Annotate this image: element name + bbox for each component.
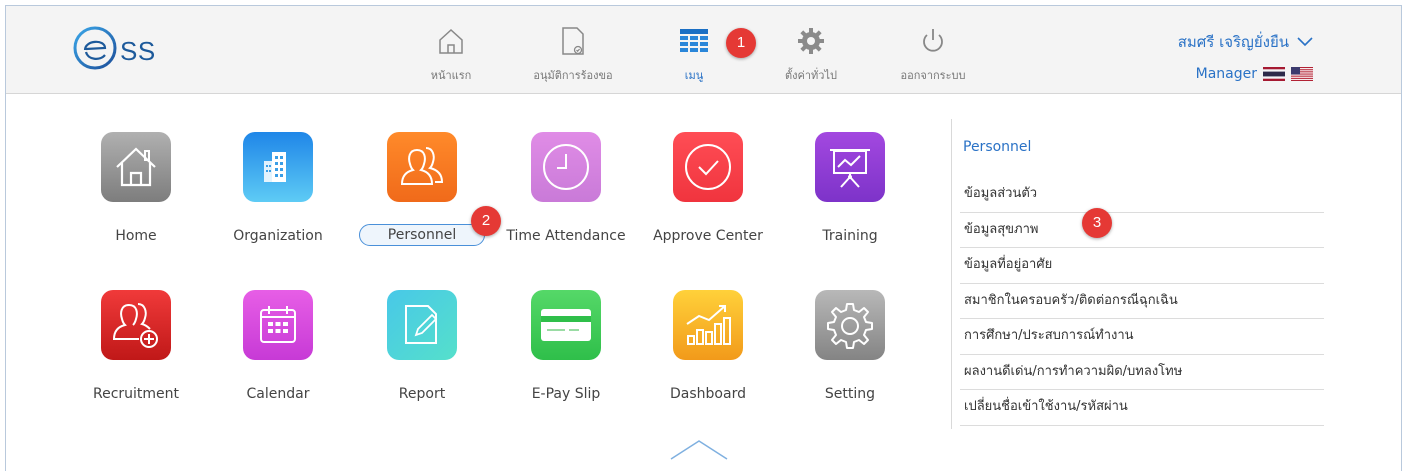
chevron-up-icon[interactable] — [669, 439, 729, 461]
nav-logout[interactable]: ออกจากระบบ — [888, 24, 978, 90]
nav-settings-label: ตั้งค่าทั่วไป — [785, 69, 837, 82]
time-attendance-tile — [531, 132, 601, 202]
app-calendar[interactable]: Calendar — [208, 290, 348, 402]
app-e-pay-slip-label: E-Pay Slip — [531, 386, 601, 402]
submenu-item-change-login-password[interactable]: เปลี่ยนชื่อเข้าใช้งาน/รหัสผ่าน — [960, 390, 1324, 426]
thai-flag-icon[interactable] — [1263, 67, 1285, 81]
home-icon — [439, 28, 463, 54]
app-window: SS หน้าแรก อนุมัติการร้องขอ เมนู ตั้งค่า… — [5, 5, 1402, 471]
app-dashboard[interactable]: Dashboard — [638, 290, 778, 402]
home-tile — [101, 132, 171, 202]
submenu-panel: Personnel ข้อมูลส่วนตัว ข้อมูลสุขภาพ ข้อ… — [951, 119, 1324, 429]
add-person-icon — [112, 303, 158, 348]
approve-center-tile — [673, 132, 743, 202]
nav-menu[interactable]: เมนู — [674, 24, 714, 90]
nav-home-label: หน้าแรก — [430, 69, 472, 82]
app-organization-label: Organization — [233, 228, 323, 244]
app-personnel-label: Personnel — [358, 224, 486, 246]
ess-logo[interactable]: SS — [72, 26, 156, 70]
people-icon — [400, 147, 444, 185]
user-role: Manager — [1195, 66, 1257, 82]
app-recruitment[interactable]: Recruitment — [66, 290, 206, 402]
ess-logo-icon — [73, 26, 117, 70]
user-menu[interactable]: สมศรี เจริญยั่งยืน — [1178, 30, 1313, 54]
power-icon — [923, 29, 943, 52]
user-info: สมศรี เจริญยั่งยืน Manager — [1178, 30, 1313, 82]
submenu-item-achievements-penalties[interactable]: ผลงานดีเด่น/การทำความผิด/บทลงโทษ — [960, 355, 1324, 390]
logo-text: SS — [120, 35, 156, 66]
user-name: สมศรี เจริญยั่งยืน — [1177, 33, 1289, 51]
chevron-down-icon — [1297, 37, 1313, 47]
app-grid: Home Organization Personnel Time Attenda… — [66, 132, 946, 432]
app-report-label: Report — [398, 386, 446, 402]
gear-icon — [827, 303, 873, 349]
calendar-icon — [260, 306, 296, 343]
setting-tile — [815, 290, 885, 360]
personnel-tile — [387, 132, 457, 202]
recruitment-tile — [101, 290, 171, 360]
report-edit-icon — [405, 305, 438, 344]
building-icon — [264, 152, 286, 182]
grid-menu-icon — [680, 29, 708, 52]
submenu-item-residence-info[interactable]: ข้อมูลที่อยู่อาศัย — [960, 248, 1324, 284]
approve-document-icon — [562, 27, 584, 55]
report-tile — [387, 290, 457, 360]
app-recruitment-label: Recruitment — [92, 386, 180, 402]
app-home-label: Home — [115, 228, 157, 244]
top-navigation-bar: SS หน้าแรก อนุมัติการร้องขอ เมนู ตั้งค่า… — [6, 6, 1401, 94]
submenu-list: ข้อมูลส่วนตัว ข้อมูลสุขภาพ ข้อมูลที่อยู่… — [960, 177, 1324, 426]
presentation-icon — [830, 149, 870, 188]
step-badge-1: 1 — [726, 28, 756, 58]
us-flag-icon[interactable] — [1291, 67, 1313, 81]
step-badge-2: 2 — [471, 206, 501, 236]
app-home[interactable]: Home — [66, 132, 206, 244]
app-personnel[interactable]: Personnel — [352, 132, 492, 246]
home-icon — [116, 147, 156, 187]
nav-general-settings[interactable]: ตั้งค่าทั่วไป — [776, 24, 846, 90]
submenu-title: Personnel — [963, 139, 1032, 155]
app-setting-label: Setting — [824, 386, 876, 402]
gear-icon — [798, 28, 824, 54]
check-circle-icon — [685, 144, 731, 190]
app-approve-center[interactable]: Approve Center — [638, 132, 778, 244]
credit-card-icon — [541, 309, 591, 341]
clock-icon — [543, 144, 589, 190]
app-training[interactable]: Training — [780, 132, 920, 244]
submenu-item-health-info[interactable]: ข้อมูลสุขภาพ — [960, 213, 1324, 248]
organization-tile — [243, 132, 313, 202]
submenu-item-personal-info[interactable]: ข้อมูลส่วนตัว — [960, 177, 1324, 213]
training-tile — [815, 132, 885, 202]
dashboard-tile — [673, 290, 743, 360]
e-pay-slip-tile — [531, 290, 601, 360]
app-e-pay-slip[interactable]: E-Pay Slip — [496, 290, 636, 402]
nav-home[interactable]: หน้าแรก — [416, 24, 486, 90]
nav-menu-label: เมนู — [684, 69, 704, 82]
nav-logout-label: ออกจากระบบ — [900, 69, 966, 82]
app-report[interactable]: Report — [352, 290, 492, 402]
app-calendar-label: Calendar — [246, 386, 310, 402]
app-time-attendance-label: Time Attendance — [506, 228, 626, 244]
app-time-attendance[interactable]: Time Attendance — [496, 132, 636, 244]
app-training-label: Training — [822, 228, 878, 244]
app-setting[interactable]: Setting — [780, 290, 920, 402]
submenu-item-family-emergency[interactable]: สมาชิกในครอบครัว/ติดต่อกรณีฉุกเฉิน — [960, 284, 1324, 319]
step-badge-3: 3 — [1082, 208, 1112, 238]
nav-approve-requests[interactable]: อนุมัติการร้องขอ — [518, 24, 628, 90]
app-approve-center-label: Approve Center — [653, 228, 763, 244]
calendar-tile — [243, 290, 313, 360]
nav-approve-label: อนุมัติการร้องขอ — [533, 69, 613, 82]
bar-chart-icon — [686, 305, 731, 345]
submenu-item-education-experience[interactable]: การศึกษา/ประสบการณ์ทำงาน — [960, 319, 1324, 355]
app-dashboard-label: Dashboard — [670, 386, 746, 402]
app-organization[interactable]: Organization — [208, 132, 348, 244]
